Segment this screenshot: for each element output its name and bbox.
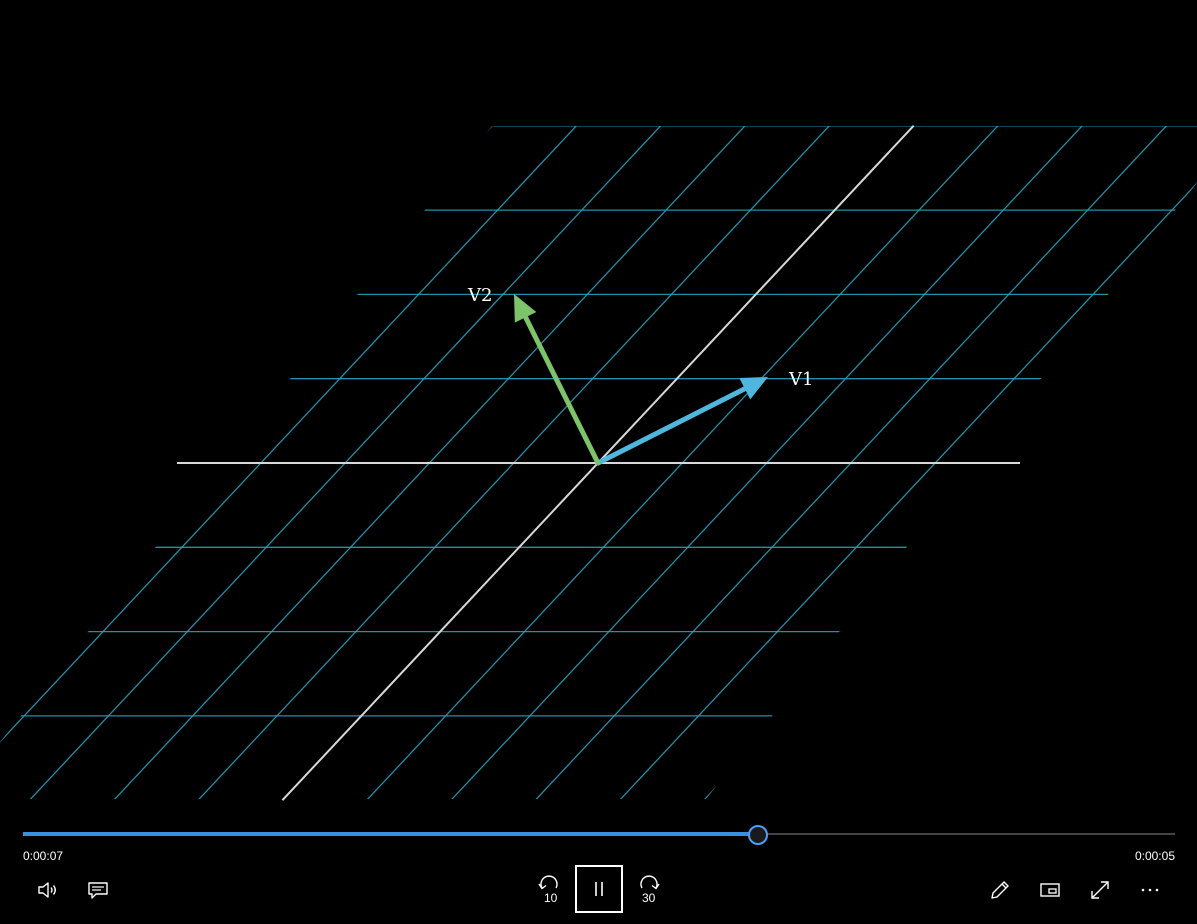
video-frame[interactable]: V1 V2 bbox=[0, 0, 1197, 810]
grid-line-slanted bbox=[0, 126, 741, 799]
transformed-grid bbox=[0, 126, 1197, 799]
grid-line-slanted bbox=[708, 126, 1197, 799]
vector-v1-shaft bbox=[595, 386, 748, 466]
more-options-button[interactable] bbox=[1128, 868, 1172, 912]
grid-line-slanted bbox=[961, 126, 1197, 799]
pause-icon bbox=[595, 882, 603, 896]
grid-line-slanted bbox=[793, 126, 1197, 799]
speaker-icon bbox=[38, 882, 56, 898]
more-icon bbox=[1141, 888, 1159, 892]
grid-line-slanted bbox=[877, 126, 1197, 799]
grid-line-slanted bbox=[0, 126, 488, 799]
remaining-time: 0:00:05 bbox=[1134, 849, 1175, 863]
grid-line-slanted bbox=[0, 126, 150, 799]
elapsed-time: 0:00:07 bbox=[23, 849, 64, 863]
grid-line-slanted bbox=[0, 126, 656, 799]
linear-transform-animation: V1 V2 bbox=[0, 125, 1197, 801]
grid-line-slanted bbox=[1130, 126, 1197, 799]
skip-back-icon: 10 bbox=[538, 875, 558, 905]
grid-line-slanted bbox=[0, 126, 235, 799]
pen-icon bbox=[991, 881, 1009, 899]
grid-line-slanted bbox=[624, 126, 1197, 799]
skip-forward-button[interactable]: 30 bbox=[627, 868, 671, 912]
mini-view-button[interactable] bbox=[1028, 868, 1072, 912]
grid-line-slanted bbox=[0, 126, 66, 799]
grid-line-slanted bbox=[455, 126, 1197, 799]
volume-button[interactable] bbox=[26, 868, 70, 912]
seek-bar[interactable] bbox=[23, 824, 1175, 846]
draw-button[interactable] bbox=[978, 868, 1022, 912]
vector-v2-label: V2 bbox=[467, 285, 492, 306]
captions-button[interactable] bbox=[76, 868, 120, 912]
captions-icon bbox=[88, 882, 108, 899]
skip-back-button[interactable]: 10 bbox=[527, 868, 571, 912]
pause-button[interactable] bbox=[575, 865, 623, 913]
grid-line-slanted bbox=[540, 126, 1197, 799]
grid-line-slanted bbox=[0, 126, 403, 799]
skip-forward-icon: 30 bbox=[640, 875, 660, 905]
grid-line-slanted bbox=[0, 126, 572, 799]
grid-line-slanted bbox=[34, 126, 825, 799]
seek-progress-fill bbox=[23, 832, 757, 836]
vector-v1-label: V1 bbox=[788, 369, 813, 390]
fullscreen-button[interactable] bbox=[1078, 868, 1122, 912]
grid-line-slanted bbox=[287, 126, 1078, 799]
seek-thumb[interactable] bbox=[747, 825, 768, 845]
fullscreen-icon bbox=[1091, 881, 1109, 899]
grid-line-slanted bbox=[118, 126, 909, 799]
video-player[interactable]: V1 V2 0:00:07 0:00:05 10 30 bbox=[0, 0, 1197, 924]
skip-back-seconds: 10 bbox=[544, 891, 558, 905]
grid-line-slanted bbox=[0, 126, 319, 799]
mini-view-icon bbox=[1040, 883, 1060, 897]
skip-forward-seconds: 30 bbox=[642, 891, 656, 905]
grid-line-slanted bbox=[1046, 126, 1197, 799]
vector-v2-shaft bbox=[523, 314, 601, 466]
grid-line-slanted bbox=[371, 126, 1162, 799]
